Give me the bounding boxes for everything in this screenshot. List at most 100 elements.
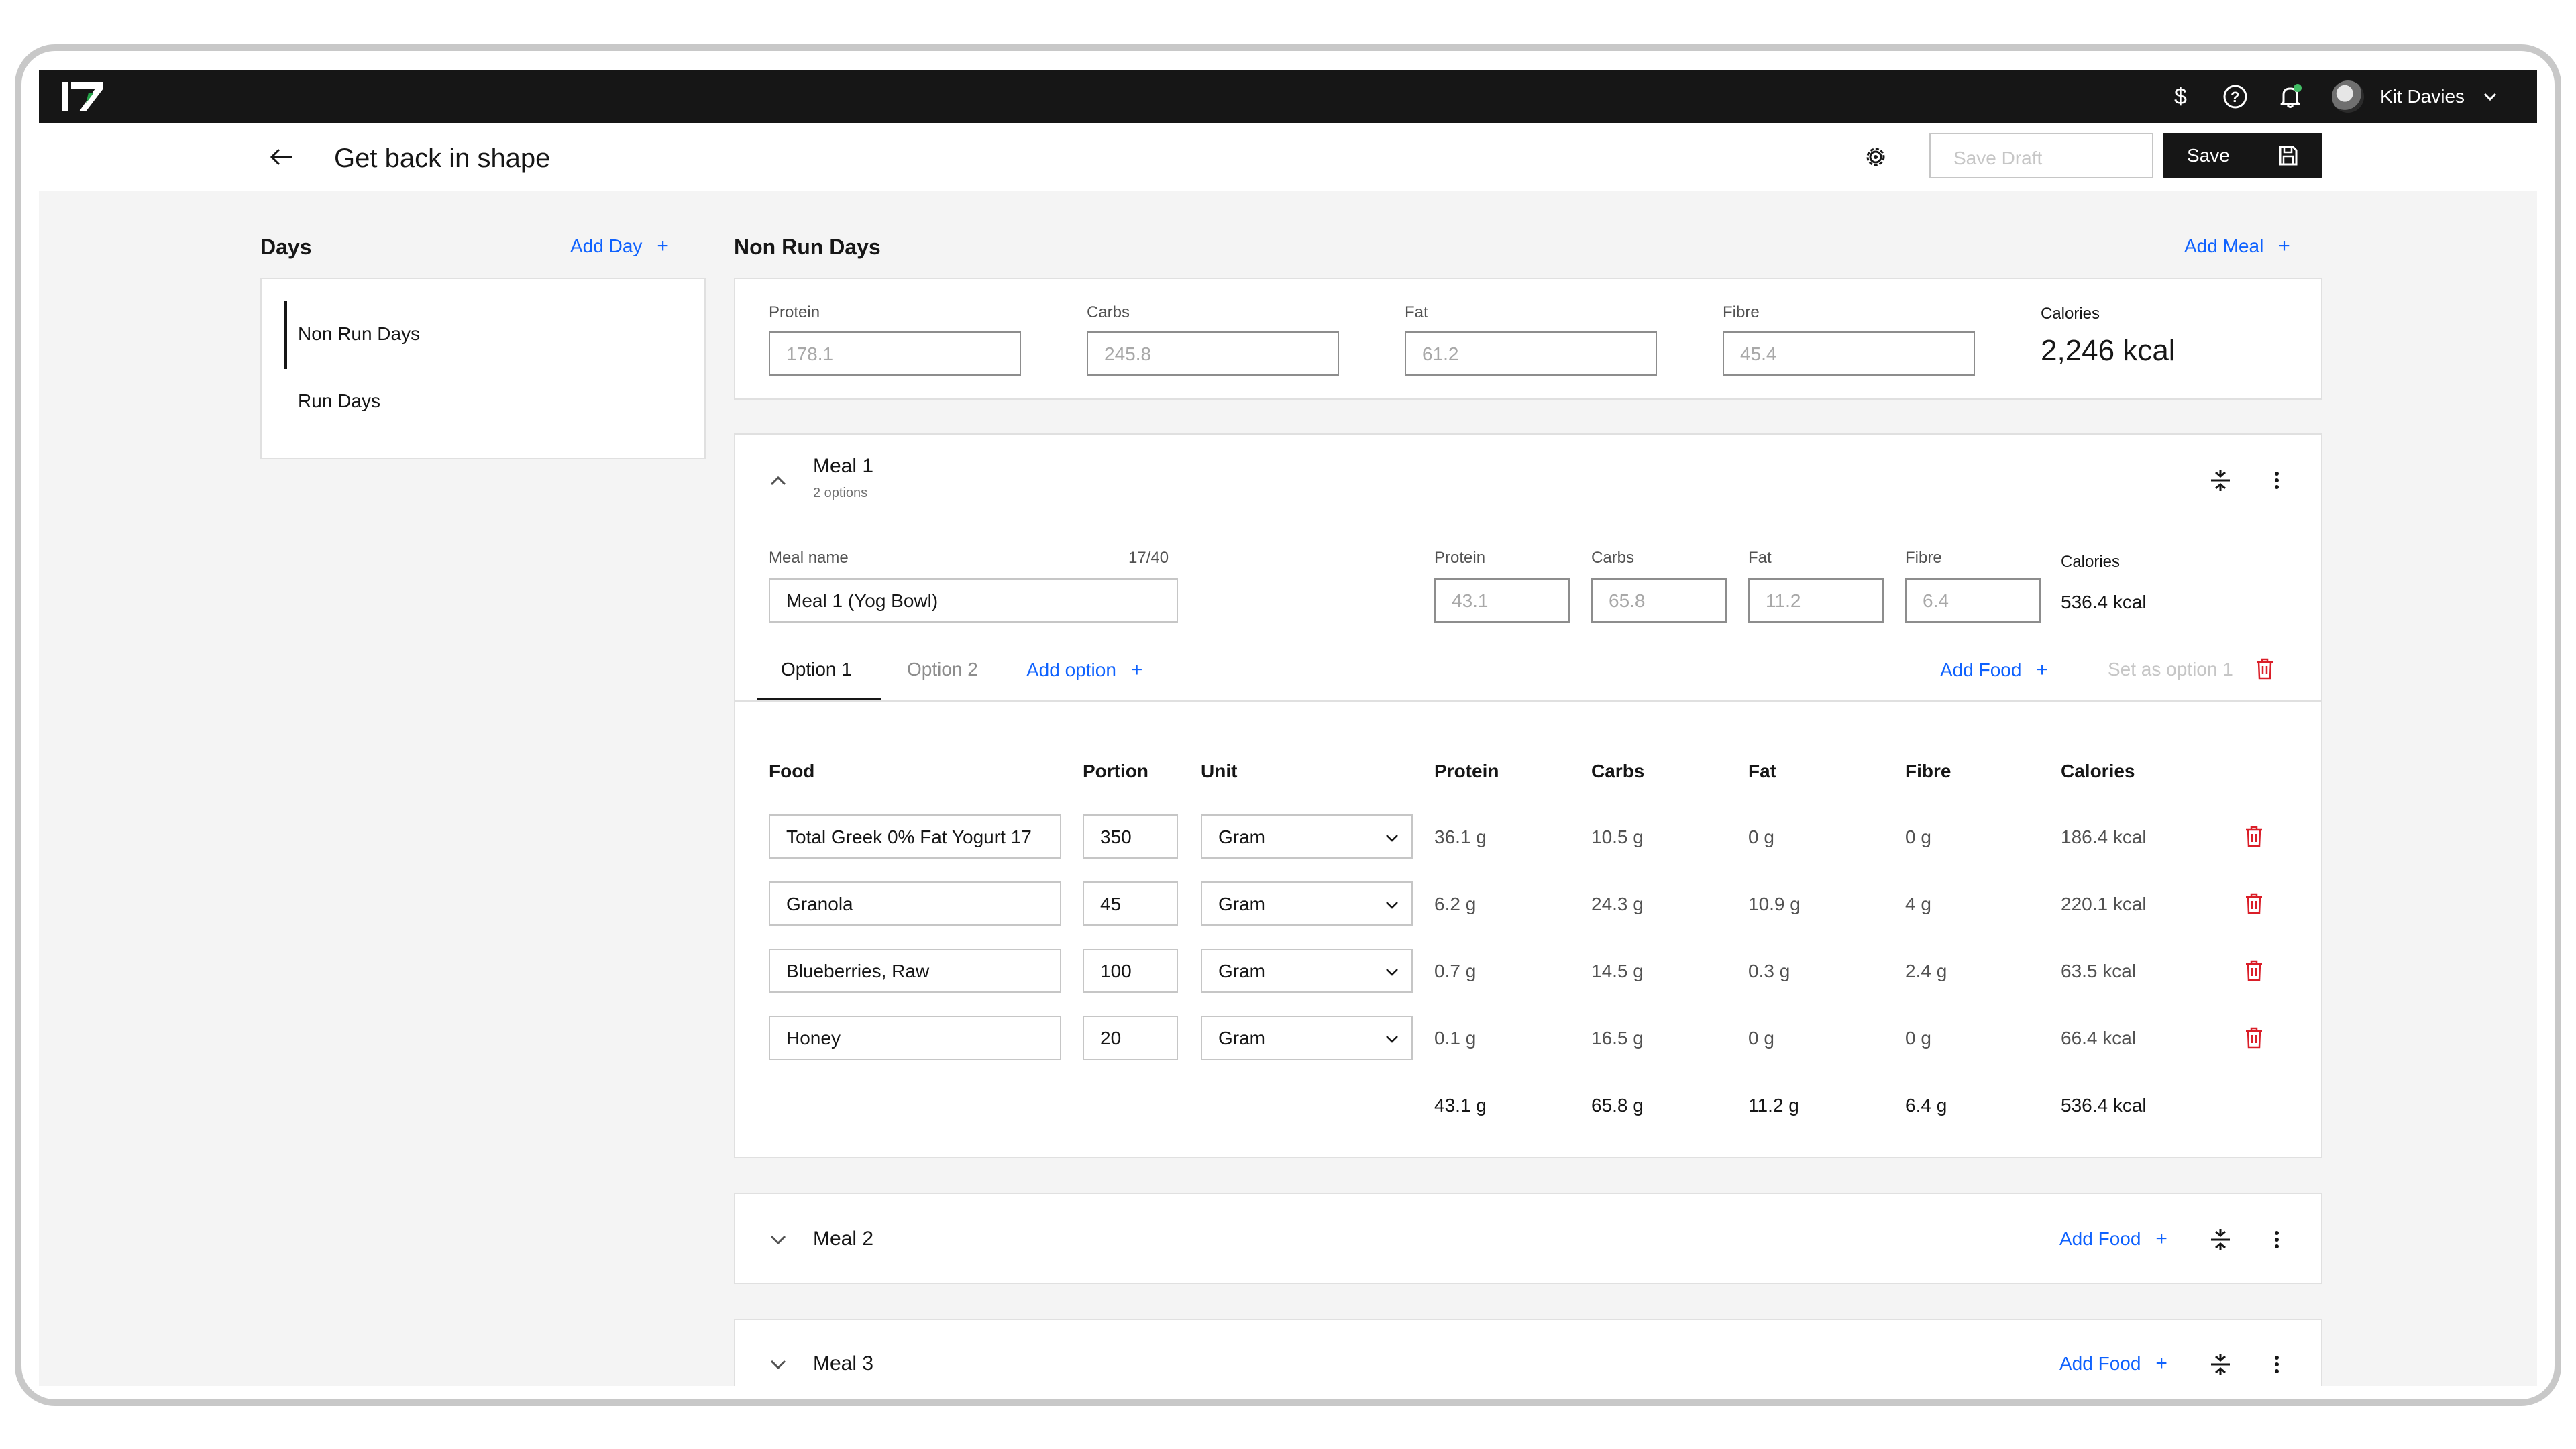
delete-row-trash-icon[interactable] [2243,825,2265,848]
chevron-down-icon [2483,93,2497,101]
row-fibre: 4 g [1905,894,1931,914]
add-food-button[interactable]: Add Food + [2059,1352,2167,1375]
total-fibre: 6.4 g [1905,1095,1947,1116]
col-protein: Protein [1434,761,1499,782]
row-fibre: 2.4 g [1905,961,1947,981]
device-frame: $ ? Kit Davies Get back in shape Save Dr… [15,44,2561,1406]
save-button[interactable]: Save [2163,133,2322,178]
row-carbs: 16.5 g [1591,1028,1644,1049]
chevron-down-icon [1386,835,1398,842]
user-menu[interactable]: Kit Davies [2332,80,2498,113]
add-food-button[interactable]: Add Food + [1940,659,2048,682]
row-fat: 0 g [1748,826,1774,847]
meal-fibre-field[interactable]: 6.4 [1905,578,2041,623]
meal-protein-label: Protein [1434,549,1486,567]
overflow-menu-icon[interactable] [2265,1228,2289,1252]
col-portion: Portion [1083,761,1148,782]
add-day-button[interactable]: Add Day + [570,235,669,258]
billing-dollar-icon[interactable]: $ [2167,83,2194,110]
unit-select[interactable]: Gram [1201,949,1413,993]
total-fat: 11.2 g [1748,1095,1799,1116]
portion-input[interactable]: 350 [1083,814,1178,859]
save-button-label: Save [2187,145,2230,166]
plus-icon: + [2036,659,2048,681]
add-meal-button[interactable]: Add Meal + [2184,235,2290,258]
unit-select[interactable]: Gram [1201,814,1413,859]
back-arrow-icon[interactable] [267,142,297,172]
fibre-label: Fibre [1723,303,1760,321]
meal-name-input[interactable]: Meal 1 (Yog Bowl) [769,578,1178,623]
meal-carbs-label: Carbs [1591,549,1635,567]
food-name-input[interactable]: Granola [769,881,1061,926]
fat-label: Fat [1405,303,1428,321]
meal-calories-label: Calories [2061,553,2121,571]
add-option-button[interactable]: Add option + [1026,659,1142,682]
overflow-menu-icon[interactable] [2265,468,2289,492]
food-name-input[interactable]: Total Greek 0% Fat Yogurt 17 [769,814,1061,859]
unit-value: Gram [1218,894,1265,914]
notification-bell-icon[interactable] [2277,83,2304,110]
chevron-down-icon[interactable] [766,1352,790,1377]
tab-divider [735,700,2321,702]
meal-title: Meal 3 [813,1352,874,1375]
day-item-non-run[interactable]: Non Run Days [298,323,420,345]
portion-input[interactable]: 100 [1083,949,1178,993]
total-carbs: 65.8 g [1591,1095,1644,1116]
col-unit: Unit [1201,761,1238,782]
protein-field[interactable]: 178.1 [769,331,1021,376]
row-carbs: 10.5 g [1591,826,1644,847]
delete-option-trash-icon[interactable] [2254,657,2275,680]
fat-field[interactable]: 61.2 [1405,331,1657,376]
unit-select[interactable]: Gram [1201,1016,1413,1060]
chevron-down-icon[interactable] [766,1228,790,1252]
meal-name-label: Meal name [769,549,849,567]
unit-value: Gram [1218,961,1265,981]
add-day-label: Add Day [570,235,643,256]
tab-option-2[interactable]: Option 2 [907,659,978,680]
unit-select[interactable]: Gram [1201,881,1413,926]
delete-row-trash-icon[interactable] [2243,959,2265,982]
top-bar: $ ? Kit Davies [39,70,2537,123]
svg-text:?: ? [2231,89,2239,105]
app-screen: $ ? Kit Davies Get back in shape Save Dr… [39,70,2537,1386]
row-fat: 10.9 g [1748,894,1801,914]
meal-carbs-field[interactable]: 65.8 [1591,578,1727,623]
portion-input[interactable]: 20 [1083,1016,1178,1060]
row-carbs: 24.3 g [1591,894,1644,914]
add-food-button[interactable]: Add Food + [2059,1228,2167,1250]
meal-title: Meal 1 [813,455,874,477]
tab-option-1[interactable]: Option 1 [781,659,852,680]
carbs-field[interactable]: 245.8 [1087,331,1339,376]
app-logo-icon[interactable] [59,78,106,115]
portion-input[interactable]: 45 [1083,881,1178,926]
protein-label: Protein [769,303,820,321]
meal-card-1: Meal 1 2 options Meal name 17/40 Meal 1 … [734,433,2322,1158]
set-as-option-button[interactable]: Set as option 1 [2108,659,2233,680]
chevron-down-icon [1386,902,1398,909]
meal-fat-label: Fat [1748,549,1772,567]
meal-protein-field[interactable]: 43.1 [1434,578,1570,623]
chevron-up-icon[interactable] [766,468,790,492]
meal-fat-field[interactable]: 11.2 [1748,578,1884,623]
help-icon[interactable]: ? [2222,83,2249,110]
save-draft-button[interactable]: Save Draft [1929,133,2153,178]
user-name: Kit Davies [2380,86,2465,107]
collapse-expand-icon[interactable] [2208,1352,2233,1377]
page-header: Get back in shape Save Draft Save [39,123,2537,191]
food-name-input[interactable]: Honey [769,1016,1061,1060]
plus-icon: + [1130,659,1143,681]
overflow-menu-icon[interactable] [2265,1352,2289,1377]
calories-total: 2,246 kcal [2041,334,2176,367]
settings-gear-icon[interactable] [1862,144,1889,170]
food-name-input[interactable]: Blueberries, Raw [769,949,1061,993]
unit-value: Gram [1218,1028,1265,1049]
total-protein: 43.1 g [1434,1095,1487,1116]
avatar [2332,80,2364,113]
fibre-field[interactable]: 45.4 [1723,331,1975,376]
collapse-expand-icon[interactable] [2208,468,2233,492]
day-item-run[interactable]: Run Days [298,390,380,412]
delete-row-trash-icon[interactable] [2243,1026,2265,1049]
delete-row-trash-icon[interactable] [2243,892,2265,915]
collapse-expand-icon[interactable] [2208,1228,2233,1252]
plus-icon: + [2155,1352,2167,1375]
